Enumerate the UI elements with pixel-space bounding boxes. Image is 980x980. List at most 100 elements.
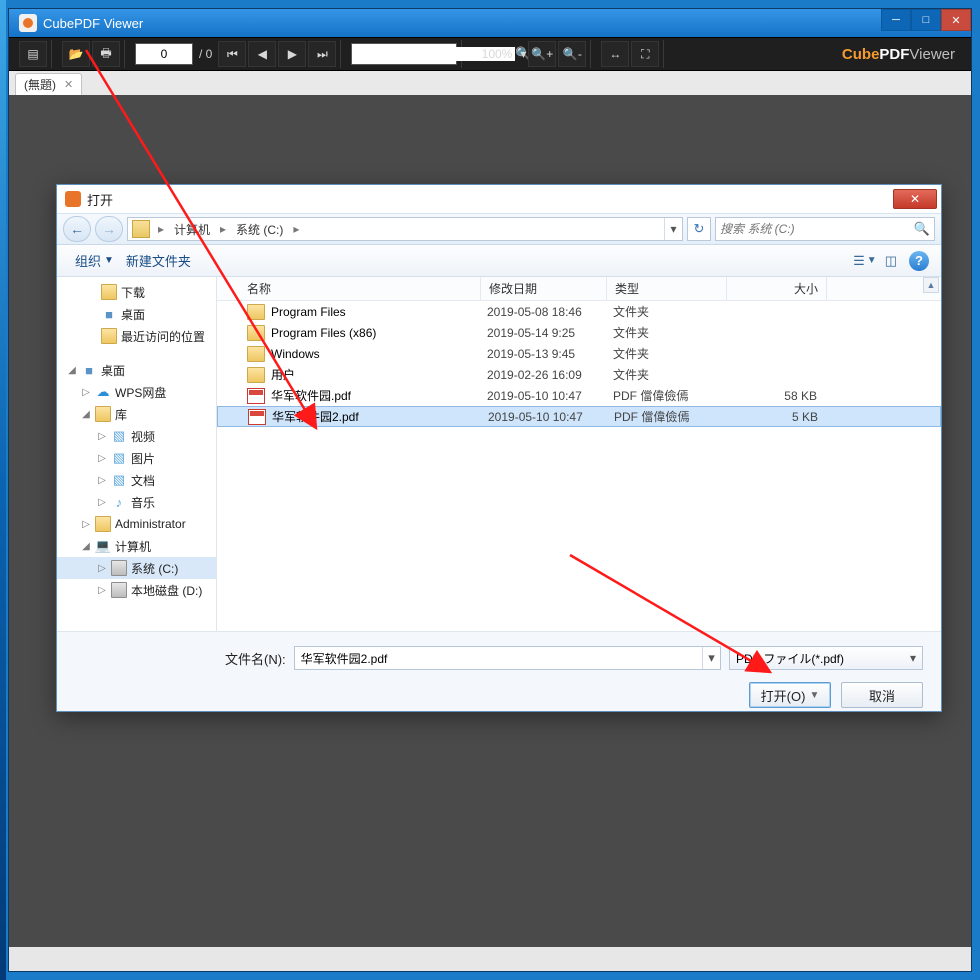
page-number-input[interactable]	[135, 43, 193, 65]
help-button[interactable]: ?	[909, 251, 929, 271]
file-type: PDF 儅偉儉傿	[614, 408, 734, 425]
last-page-button[interactable]: ⏭	[308, 41, 336, 67]
folder-search-input[interactable]	[720, 222, 914, 236]
filename-history-dropdown-icon[interactable]: ▾	[702, 647, 720, 669]
maximize-button[interactable]: □	[911, 9, 941, 31]
tree-item[interactable]: 最近访问的位置	[57, 325, 216, 347]
tree-expand-icon[interactable]: ◢	[79, 409, 93, 420]
breadcrumb-seg-computer[interactable]: 计算机	[168, 221, 216, 238]
file-row[interactable]: Windows2019-05-13 9:45文件夹	[217, 343, 941, 364]
tree-item[interactable]: ▷系统 (C:)	[57, 557, 216, 579]
document-tab[interactable]: (無題) ✕	[15, 73, 82, 95]
tree-item[interactable]: ■桌面	[57, 303, 216, 325]
file-type: 文件夹	[613, 324, 733, 341]
print-button[interactable]: 🖶	[92, 41, 120, 67]
nav-forward-button[interactable]: →	[95, 216, 123, 242]
folder-tree[interactable]: 下载■桌面最近访问的位置 ◢■桌面▷☁WPS网盘◢库▷▧视频▷▧图片▷▧文档▷♪音…	[57, 277, 217, 631]
tree-expand-icon[interactable]: ▷	[79, 519, 93, 530]
tree-item-icon: 💻	[95, 538, 111, 554]
close-button[interactable]: ✕	[941, 9, 971, 31]
chevron-right-icon[interactable]: ▸	[289, 222, 303, 236]
zoom-in-button[interactable]: 🔍+	[528, 41, 556, 67]
tab-label: (無題)	[24, 76, 56, 93]
tree-expand-icon[interactable]: ▷	[79, 387, 93, 398]
next-page-button[interactable]: ▶	[278, 41, 306, 67]
tree-item[interactable]: ◢■桌面	[57, 359, 216, 381]
file-row[interactable]: Program Files2019-05-08 18:46文件夹	[217, 301, 941, 322]
new-folder-button[interactable]: 新建文件夹	[120, 247, 197, 274]
tree-item[interactable]: ▷♪音乐	[57, 491, 216, 513]
file-name: 华军软件园.pdf	[271, 387, 487, 404]
split-dropdown-icon[interactable]: ▼	[809, 690, 819, 701]
tree-item[interactable]: ▷本地磁盘 (D:)	[57, 579, 216, 601]
minimize-button[interactable]: ─	[881, 9, 911, 31]
dialog-icon	[65, 191, 81, 207]
file-type: 文件夹	[613, 345, 733, 362]
tree-expand-icon[interactable]: ▷	[95, 497, 109, 508]
tree-expand-icon[interactable]: ◢	[65, 365, 79, 376]
tree-item-icon: ▧	[111, 428, 127, 444]
tree-item-label: 最近访问的位置	[121, 328, 205, 345]
open-file-button[interactable]: 📂	[62, 41, 90, 67]
file-row[interactable]: 用户2019-02-26 16:09文件夹	[217, 364, 941, 385]
open-button[interactable]: 打开(O)▼	[749, 682, 831, 708]
tree-item[interactable]: 下载	[57, 281, 216, 303]
column-header-size[interactable]: 大小	[727, 277, 827, 300]
filename-field-wrap: ▾	[294, 646, 721, 670]
tree-expand-icon[interactable]: ▷	[95, 585, 109, 596]
zoom-dropdown-icon[interactable]: ▾	[514, 47, 526, 61]
tree-item-icon	[111, 582, 127, 598]
tree-item[interactable]: ▷Administrator	[57, 513, 216, 535]
file-type-filter[interactable]: PDF ファイル(*.pdf) ▾	[729, 646, 923, 670]
first-page-button[interactable]: ⏮	[218, 41, 246, 67]
app-icon	[19, 14, 37, 32]
tree-item-icon	[95, 406, 111, 422]
preview-pane-button[interactable]: ◫	[881, 251, 901, 271]
tree-item[interactable]: ◢💻计算机	[57, 535, 216, 557]
tree-expand-icon[interactable]: ▷	[95, 453, 109, 464]
dialog-close-button[interactable]: ✕	[893, 189, 937, 209]
file-row[interactable]: 华军软件园.pdf2019-05-10 10:47PDF 儅偉儉傿58 KB	[217, 385, 941, 406]
breadcrumb-dropdown-icon[interactable]: ▾	[664, 218, 682, 240]
tree-expand-icon[interactable]: ▷	[95, 475, 109, 486]
organize-menu[interactable]: 组织▼	[69, 247, 120, 274]
tree-expand-icon[interactable]: ▷	[95, 563, 109, 574]
fit-page-button[interactable]: ⛶	[631, 41, 659, 67]
file-row[interactable]: Program Files (x86)2019-05-14 9:25文件夹	[217, 322, 941, 343]
tree-item[interactable]: ◢库	[57, 403, 216, 425]
column-header-date[interactable]: 修改日期	[481, 277, 607, 300]
cancel-button[interactable]: 取消	[841, 682, 923, 708]
chevron-right-icon[interactable]: ▸	[154, 222, 168, 236]
chevron-right-icon[interactable]: ▸	[216, 222, 230, 236]
file-list[interactable]: Program Files2019-05-08 18:46文件夹Program …	[217, 301, 941, 631]
file-name: Windows	[271, 347, 487, 361]
thumbnails-button[interactable]: ▤	[19, 41, 47, 67]
tree-expand-icon[interactable]: ▷	[95, 431, 109, 442]
dialog-nav-bar: ← → ▸ 计算机▸ 系统 (C:)▸ ▾ ↻ 🔍	[57, 213, 941, 245]
tree-item[interactable]: ▷▧图片	[57, 447, 216, 469]
tree-item-label: 桌面	[121, 306, 145, 323]
tab-close-icon[interactable]: ✕	[64, 78, 73, 91]
search-icon[interactable]: 🔍	[914, 221, 930, 237]
tree-item[interactable]: ▷▧文档	[57, 469, 216, 491]
tree-item[interactable]: ▷☁WPS网盘	[57, 381, 216, 403]
fit-width-button[interactable]: ↔	[601, 41, 629, 67]
titlebar[interactable]: CubePDF Viewer ─ □ ✕	[9, 9, 971, 37]
tree-item[interactable]: ▷▧视频	[57, 425, 216, 447]
dialog-titlebar[interactable]: 打开 ✕	[57, 185, 941, 213]
filename-input[interactable]	[295, 651, 702, 665]
tree-expand-icon[interactable]: ◢	[79, 541, 93, 552]
nav-back-button[interactable]: ←	[63, 216, 91, 242]
column-header-type[interactable]: 类型	[607, 277, 727, 300]
breadcrumb[interactable]: ▸ 计算机▸ 系统 (C:)▸ ▾	[127, 217, 683, 241]
prev-page-button[interactable]: ◀	[248, 41, 276, 67]
view-options-button[interactable]: ☰▼	[849, 251, 881, 271]
zoom-out-button[interactable]: 🔍-	[558, 41, 586, 67]
column-header-name[interactable]: 名称	[217, 277, 481, 300]
file-row[interactable]: 华军软件园2.pdf2019-05-10 10:47PDF 儅偉儉傿5 KB	[217, 406, 941, 427]
file-date: 2019-05-10 10:47	[488, 410, 614, 424]
refresh-button[interactable]: ↻	[687, 217, 711, 241]
scroll-up-icon[interactable]: ▲	[923, 277, 939, 293]
breadcrumb-seg-drive[interactable]: 系统 (C:)	[230, 221, 289, 238]
folder-search-box: 🔍	[715, 217, 935, 241]
